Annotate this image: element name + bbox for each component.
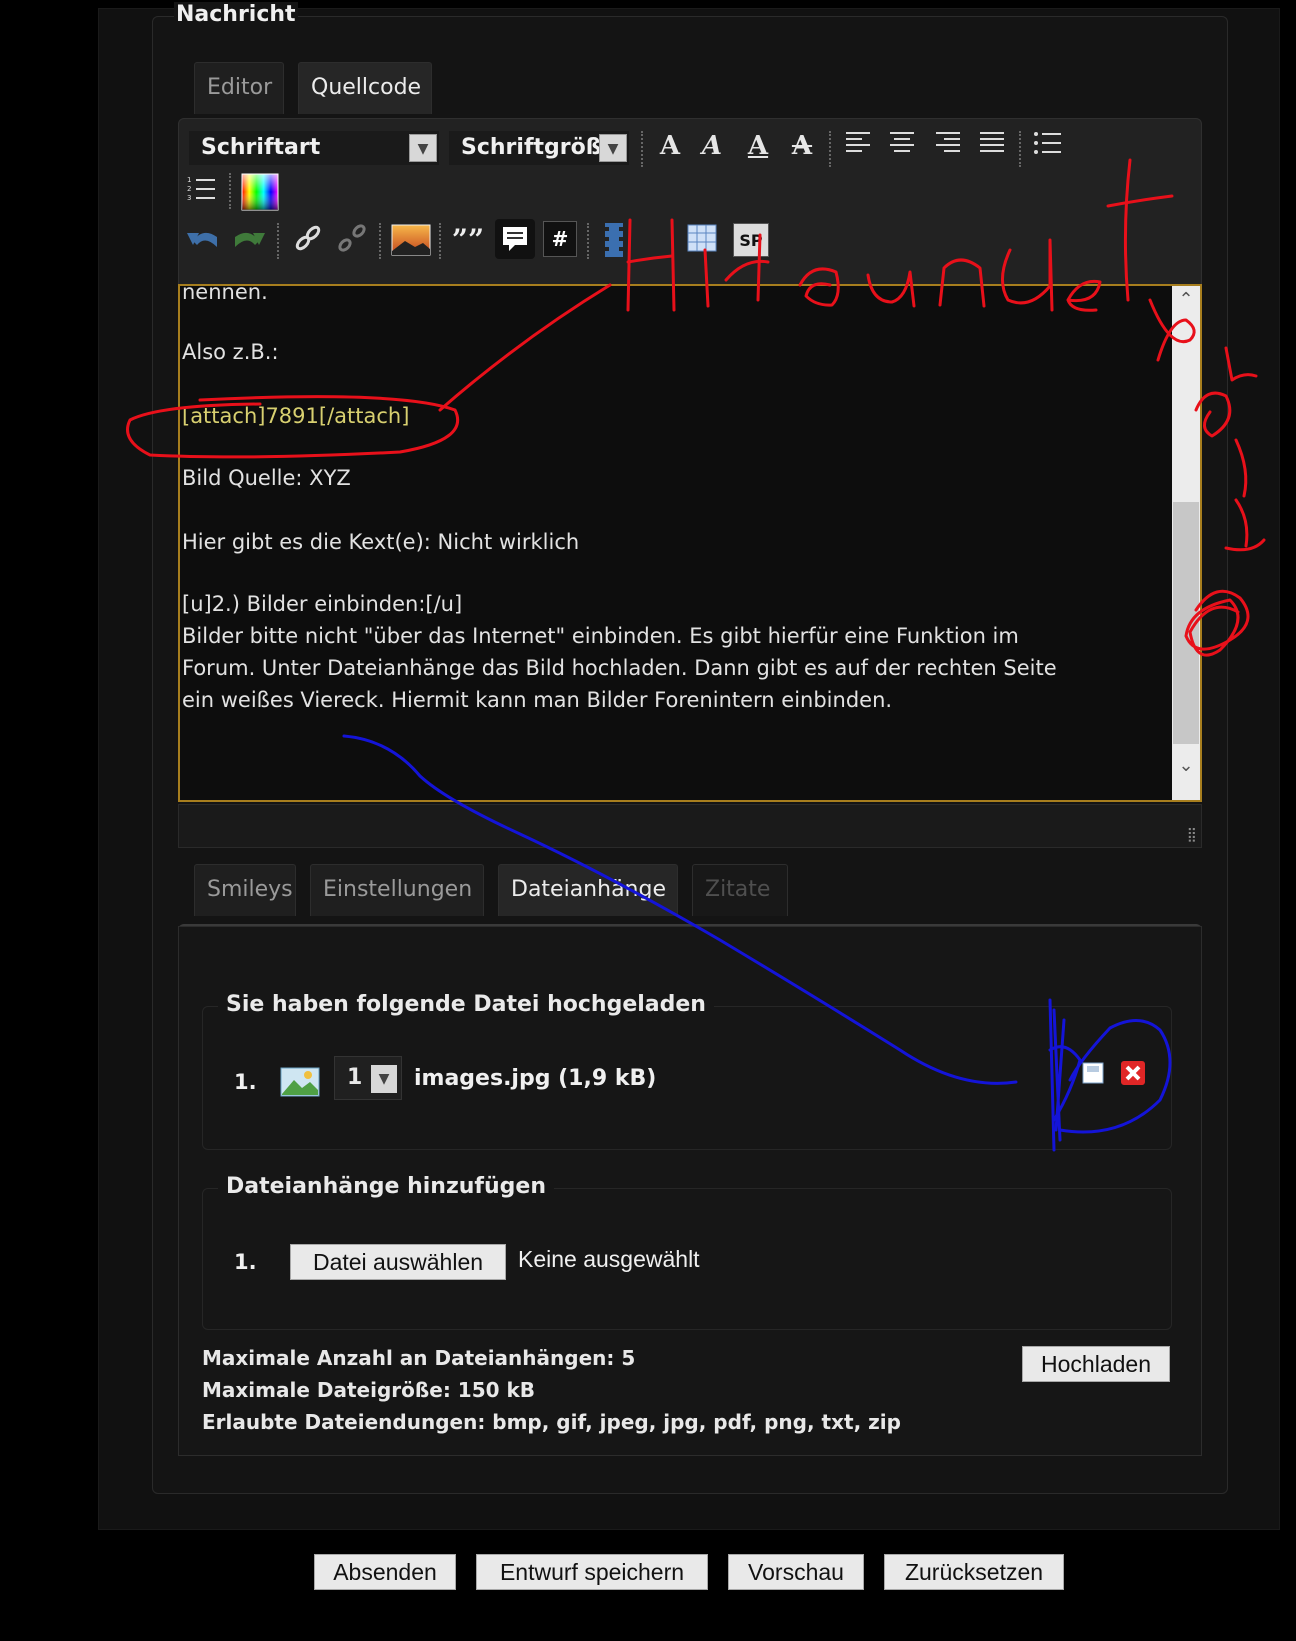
svg-text:1: 1	[187, 176, 191, 184]
editor-line: ein weißes Viereck. Hiermit kann man Bil…	[182, 688, 893, 712]
inline-position-select[interactable]: 1 ▼	[334, 1056, 402, 1100]
source-editor[interactable]: nennen. Also z.B.: [attach]7891[/attach]…	[178, 284, 1202, 802]
unlink-icon[interactable]	[335, 223, 369, 257]
tab-source[interactable]: Quellcode	[298, 62, 432, 114]
editor-line: nennen.	[182, 284, 268, 304]
add-attachments-legend: Dateianhänge hinzufügen	[218, 1174, 554, 1200]
color-picker-icon[interactable]	[241, 173, 279, 211]
submit-button[interactable]: Absenden	[314, 1554, 456, 1590]
scroll-down-icon[interactable]: ⌄	[1172, 752, 1200, 780]
strikethrough-button[interactable]: A	[785, 129, 819, 163]
toolbar-separator	[1019, 131, 1021, 167]
message-legend: Nachricht	[174, 2, 298, 28]
align-left-icon[interactable]	[841, 129, 875, 163]
editor-line: [attach]7891[/attach]	[182, 404, 410, 428]
align-right-icon[interactable]	[931, 129, 965, 163]
svg-text:3: 3	[187, 194, 191, 202]
reset-button[interactable]: Zurücksetzen	[884, 1554, 1064, 1590]
uploaded-file-number: 1.	[234, 1070, 257, 1094]
toolbar-separator	[277, 223, 279, 259]
bold-button[interactable]: A	[653, 129, 687, 163]
chevron-down-icon: ▼	[409, 134, 437, 162]
link-icon[interactable]	[291, 223, 325, 257]
save-draft-button[interactable]: Entwurf speichern	[476, 1554, 708, 1590]
uploaded-files-legend: Sie haben folgende Datei hochgeladen	[218, 992, 714, 1018]
undo-icon[interactable]	[185, 223, 219, 257]
editor-line: [u]2.) Bilder einbinden:[/u]	[182, 592, 463, 616]
align-justify-icon[interactable]	[975, 129, 1009, 163]
delete-icon[interactable]	[1120, 1060, 1146, 1086]
scroll-up-icon[interactable]: ⌃	[1172, 286, 1200, 314]
toolbar-separator	[439, 223, 441, 259]
max-filesize-info: Maximale Dateigröße: 150 kB	[202, 1378, 536, 1402]
preview-button[interactable]: Vorschau	[728, 1554, 864, 1590]
tab-editor[interactable]: Editor	[194, 62, 284, 114]
no-file-selected-label: Keine ausgewählt	[518, 1246, 700, 1272]
code-hash-button[interactable]: #	[543, 221, 577, 257]
editor-line: Forum. Unter Dateianhänge das Bild hochl…	[182, 656, 1057, 680]
insert-inline-icon[interactable]	[1080, 1060, 1106, 1086]
redo-icon[interactable]	[231, 223, 265, 257]
editor-line: Bild Quelle: XYZ	[182, 466, 351, 490]
resize-grip-icon[interactable]: ⣿	[1187, 827, 1197, 843]
tab-smileys[interactable]: Smileys	[194, 864, 296, 916]
uploaded-filename: images.jpg (1,9 kB)	[414, 1066, 657, 1091]
editor-toolbar: Schriftart ▼ Schriftgröße ▼ A A A A 123	[178, 118, 1202, 288]
image-file-icon	[280, 1064, 320, 1098]
table-icon[interactable]	[685, 223, 719, 257]
toolbar-separator	[379, 223, 381, 259]
allowed-extensions-info: Erlaubte Dateiendungen: bmp, gif, jpeg, …	[202, 1410, 901, 1434]
choose-file-button[interactable]: Datei auswählen	[290, 1244, 506, 1280]
inline-position-value: 1	[347, 1065, 363, 1090]
spoiler-icon[interactable]	[599, 221, 629, 259]
editor-resize-bar[interactable]: ⣿	[178, 804, 1202, 848]
tab-quotes[interactable]: Zitate	[692, 864, 788, 916]
numbered-list-icon[interactable]: 123	[185, 175, 219, 209]
chevron-down-icon: ▼	[371, 1065, 397, 1093]
max-attachments-info: Maximale Anzahl an Dateianhängen: 5	[202, 1346, 636, 1370]
image-icon[interactable]	[391, 223, 431, 257]
toolbar-separator	[587, 223, 589, 259]
sp-tag-button[interactable]: SP	[733, 223, 769, 257]
editor-line: Hier gibt es die Kext(e): Nicht wirklich	[182, 530, 580, 554]
font-family-select[interactable]: Schriftart ▼	[189, 131, 439, 165]
svg-text:2: 2	[187, 185, 191, 193]
font-size-select[interactable]: Schriftgröße ▼	[449, 131, 629, 165]
toolbar-separator	[641, 131, 643, 167]
scroll-thumb[interactable]	[1173, 502, 1199, 744]
underline-button[interactable]: A	[741, 129, 775, 163]
add-file-number: 1.	[234, 1250, 257, 1274]
editor-line: Also z.B.:	[182, 340, 279, 364]
speech-bubble-icon[interactable]	[495, 219, 535, 259]
upload-button[interactable]: Hochladen	[1022, 1346, 1170, 1382]
chevron-down-icon: ▼	[599, 134, 627, 162]
font-size-select-value: Schriftgröße	[461, 135, 617, 160]
quote-icon[interactable]: ””	[451, 223, 485, 257]
editor-scrollbar[interactable]: ⌃ ⌄	[1172, 286, 1200, 800]
toolbar-separator	[829, 131, 831, 167]
bullet-list-icon[interactable]	[1031, 129, 1065, 163]
editor-line: Bilder bitte nicht "über das Internet" e…	[182, 624, 1019, 648]
italic-button[interactable]: A	[695, 129, 729, 163]
font-family-select-value: Schriftart	[201, 135, 321, 160]
tab-attachments[interactable]: Dateianhänge	[498, 864, 678, 916]
tab-settings[interactable]: Einstellungen	[310, 864, 484, 916]
align-center-icon[interactable]	[885, 129, 919, 163]
toolbar-separator	[229, 173, 231, 209]
